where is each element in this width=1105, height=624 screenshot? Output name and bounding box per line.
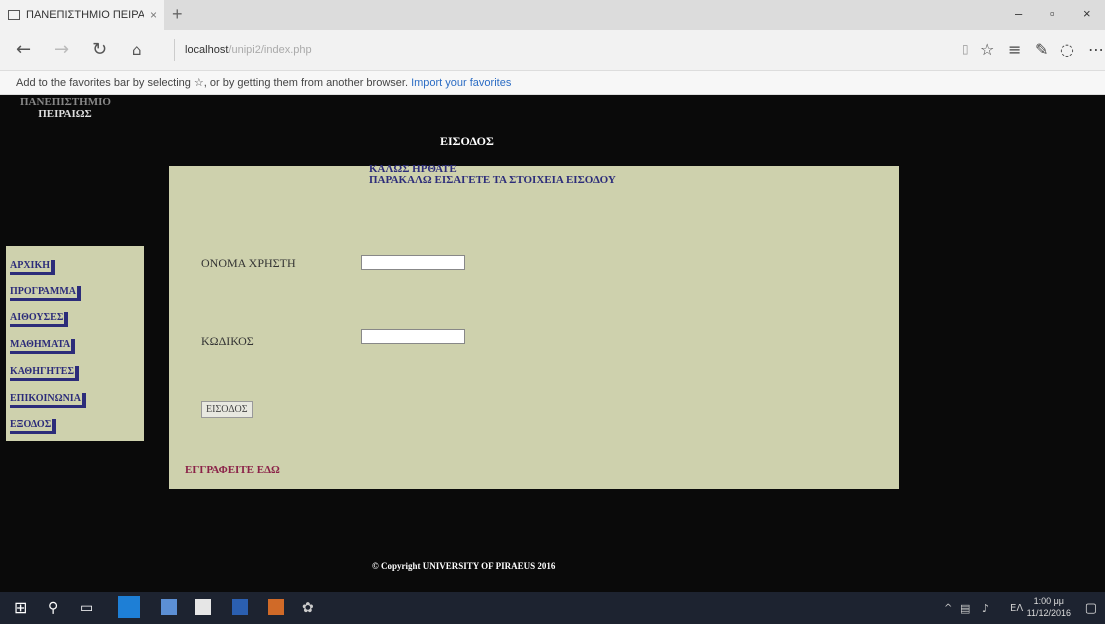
network-icon[interactable]: ▤ (960, 602, 970, 615)
sidebar-item-home[interactable]: ΑΡΧΙΚΗ (10, 260, 55, 275)
sidebar-item-logout[interactable]: ΕΞΟΔΟΣ (10, 419, 57, 434)
sidebar-item-courses[interactable]: ΜΑΘΗΜΑΤΑ (10, 339, 76, 354)
notifications-icon[interactable]: ▢ (1085, 600, 1097, 616)
address-bar-row: ← → ↻ ⌂ localhost/unipi2/index.php ▯ ☆ ≡… (0, 30, 1105, 71)
maximize-button[interactable]: ▫ (1050, 6, 1055, 21)
browser-tab[interactable]: ΠΑΝΕΠΙΣΤΗΜΙΟ ΠΕΙΡΑΙ × (0, 0, 164, 30)
register-link[interactable]: ΕΓΓΡΑΦΕΙΤΕ ΕΔΩ (185, 464, 280, 476)
welcome-message: ΚΑΛΩΣ ΗΡΘΑΤΕ ΠΑΡΑΚΑΛΩ ΕΙΣΑΓΕΤΕ ΤΑ ΣΤΟΙΧΕ… (369, 164, 616, 186)
file-explorer-icon[interactable] (161, 599, 177, 615)
clock-time: 1:00 μμ (1033, 596, 1064, 606)
logo-line-2: ΠΕΙΡΑΙΩΣ (38, 108, 92, 120)
url-field[interactable]: localhost/unipi2/index.php (174, 39, 954, 61)
sidebar-item-contact[interactable]: ΕΠΙΚΟΙΝΩΝΙΑ (10, 393, 86, 408)
new-tab-button[interactable]: + (172, 4, 183, 25)
more-icon[interactable]: ⋯ (1088, 40, 1104, 59)
volume-icon[interactable]: ♪ (982, 602, 989, 615)
search-icon[interactable]: ⚲ (48, 600, 58, 616)
username-label: ΟΝΟΜΑ ΧΡΗΣΤΗ (201, 256, 296, 270)
sidebar-menu: ΑΡΧΙΚΗ ΠΡΟΓΡΑΜΜΑ ΑΙΘΟΥΣΕΣ ΜΑΘΗΜΑΤΑ ΚΑΘΗΓ… (6, 246, 144, 441)
refresh-icon[interactable]: ↻ (92, 39, 107, 60)
web-note-icon[interactable]: ✎ (1035, 40, 1048, 59)
tab-bar: ΠΑΝΕΠΙΣΤΗΜΙΟ ΠΕΙΡΑΙ × + – ▫ × (0, 0, 1105, 30)
page-body: ΠΑΝΕΠΙΣΤΗΜΙΟ ΠΕΙΡΑΙΩΣ ΕΙΣΟΔΟΣ ΚΑΛΩΣ ΗΡΘΑ… (0, 96, 1105, 592)
password-label: ΚΩΔΙΚΟΣ (201, 334, 254, 348)
favorites-message: Add to the favorites bar by selecting ☆,… (16, 77, 412, 89)
username-input[interactable] (361, 255, 465, 270)
password-input[interactable] (361, 329, 465, 344)
clock-date: 11/12/2016 (1026, 608, 1071, 618)
back-arrow-icon[interactable]: ← (16, 39, 31, 60)
edge-browser-icon[interactable] (118, 596, 140, 618)
url-path: /unipi2/index.php (228, 44, 312, 56)
language-indicator[interactable]: ΕΛ (1010, 603, 1023, 614)
sidebar-item-professors[interactable]: ΚΑΘΗΓΗΤΕΣ (10, 366, 79, 381)
favorites-bar: Add to the favorites bar by selecting ☆,… (0, 71, 1105, 95)
minimize-button[interactable]: – (1015, 6, 1022, 21)
home-icon[interactable]: ⌂ (132, 41, 142, 59)
university-logo-text: ΠΑΝΕΠΙΣΤΗΜΙΟ ΠΕΙΡΑΙΩΣ (20, 96, 111, 120)
word-icon[interactable] (232, 599, 248, 615)
import-favorites-link[interactable]: Import your favorites (411, 77, 511, 89)
close-window-button[interactable]: × (1083, 6, 1091, 21)
share-icon[interactable]: ◌ (1060, 40, 1074, 59)
login-button[interactable]: ΕΙΣΟΔΟΣ (201, 401, 253, 418)
windows-start-icon[interactable]: ⊞ (14, 598, 27, 617)
tray-chevron-icon[interactable]: ^ (944, 603, 952, 614)
tab-title: ΠΑΝΕΠΙΣΤΗΜΙΟ ΠΕΙΡΑΙ (26, 9, 144, 21)
hub-icon[interactable]: ≡ (1008, 40, 1021, 59)
clock[interactable]: 1:00 μμ 11/12/2016 (1027, 595, 1071, 619)
favorite-star-icon[interactable]: ☆ (980, 40, 994, 59)
tab-close-icon[interactable]: × (150, 8, 157, 22)
sidebar-item-schedule[interactable]: ΠΡΟΓΡΑΜΜΑ (10, 286, 81, 301)
login-panel: ΚΑΛΩΣ ΗΡΘΑΤΕ ΠΑΡΑΚΑΛΩ ΕΙΣΑΓΕΤΕ ΤΑ ΣΤΟΙΧΕ… (169, 164, 899, 489)
store-icon[interactable] (195, 599, 211, 615)
app-icon[interactable] (268, 599, 284, 615)
sidebar-item-rooms[interactable]: ΑΙΘΟΥΣΕΣ (10, 312, 69, 327)
copyright-footer: © Copyright UNIVERSITY OF PIRAEUS 2016 (372, 561, 556, 571)
page-icon (8, 10, 20, 20)
taskbar: ⊞ ⚲ ▭ ✿ ^ ▤ ♪ ΕΛ 1:00 μμ 11/12/2016 ▢ (0, 592, 1105, 624)
forward-arrow-icon[interactable]: → (54, 39, 69, 60)
url-host: localhost (185, 44, 229, 56)
logo-line-1: ΠΑΝΕΠΙΣΤΗΜΙΟ (20, 96, 111, 108)
task-view-icon[interactable]: ▭ (80, 600, 93, 616)
reading-view-icon[interactable]: ▯ (962, 42, 969, 56)
paint-icon[interactable]: ✿ (302, 600, 314, 616)
welcome-line-2: ΠΑΡΑΚΑΛΩ ΕΙΣΑΓΕΤΕ ΤΑ ΣΤΟΙΧΕΙΑ ΕΙΣΟΔΟΥ (369, 174, 616, 186)
page-title: ΕΙΣΟΔΟΣ (440, 134, 494, 148)
